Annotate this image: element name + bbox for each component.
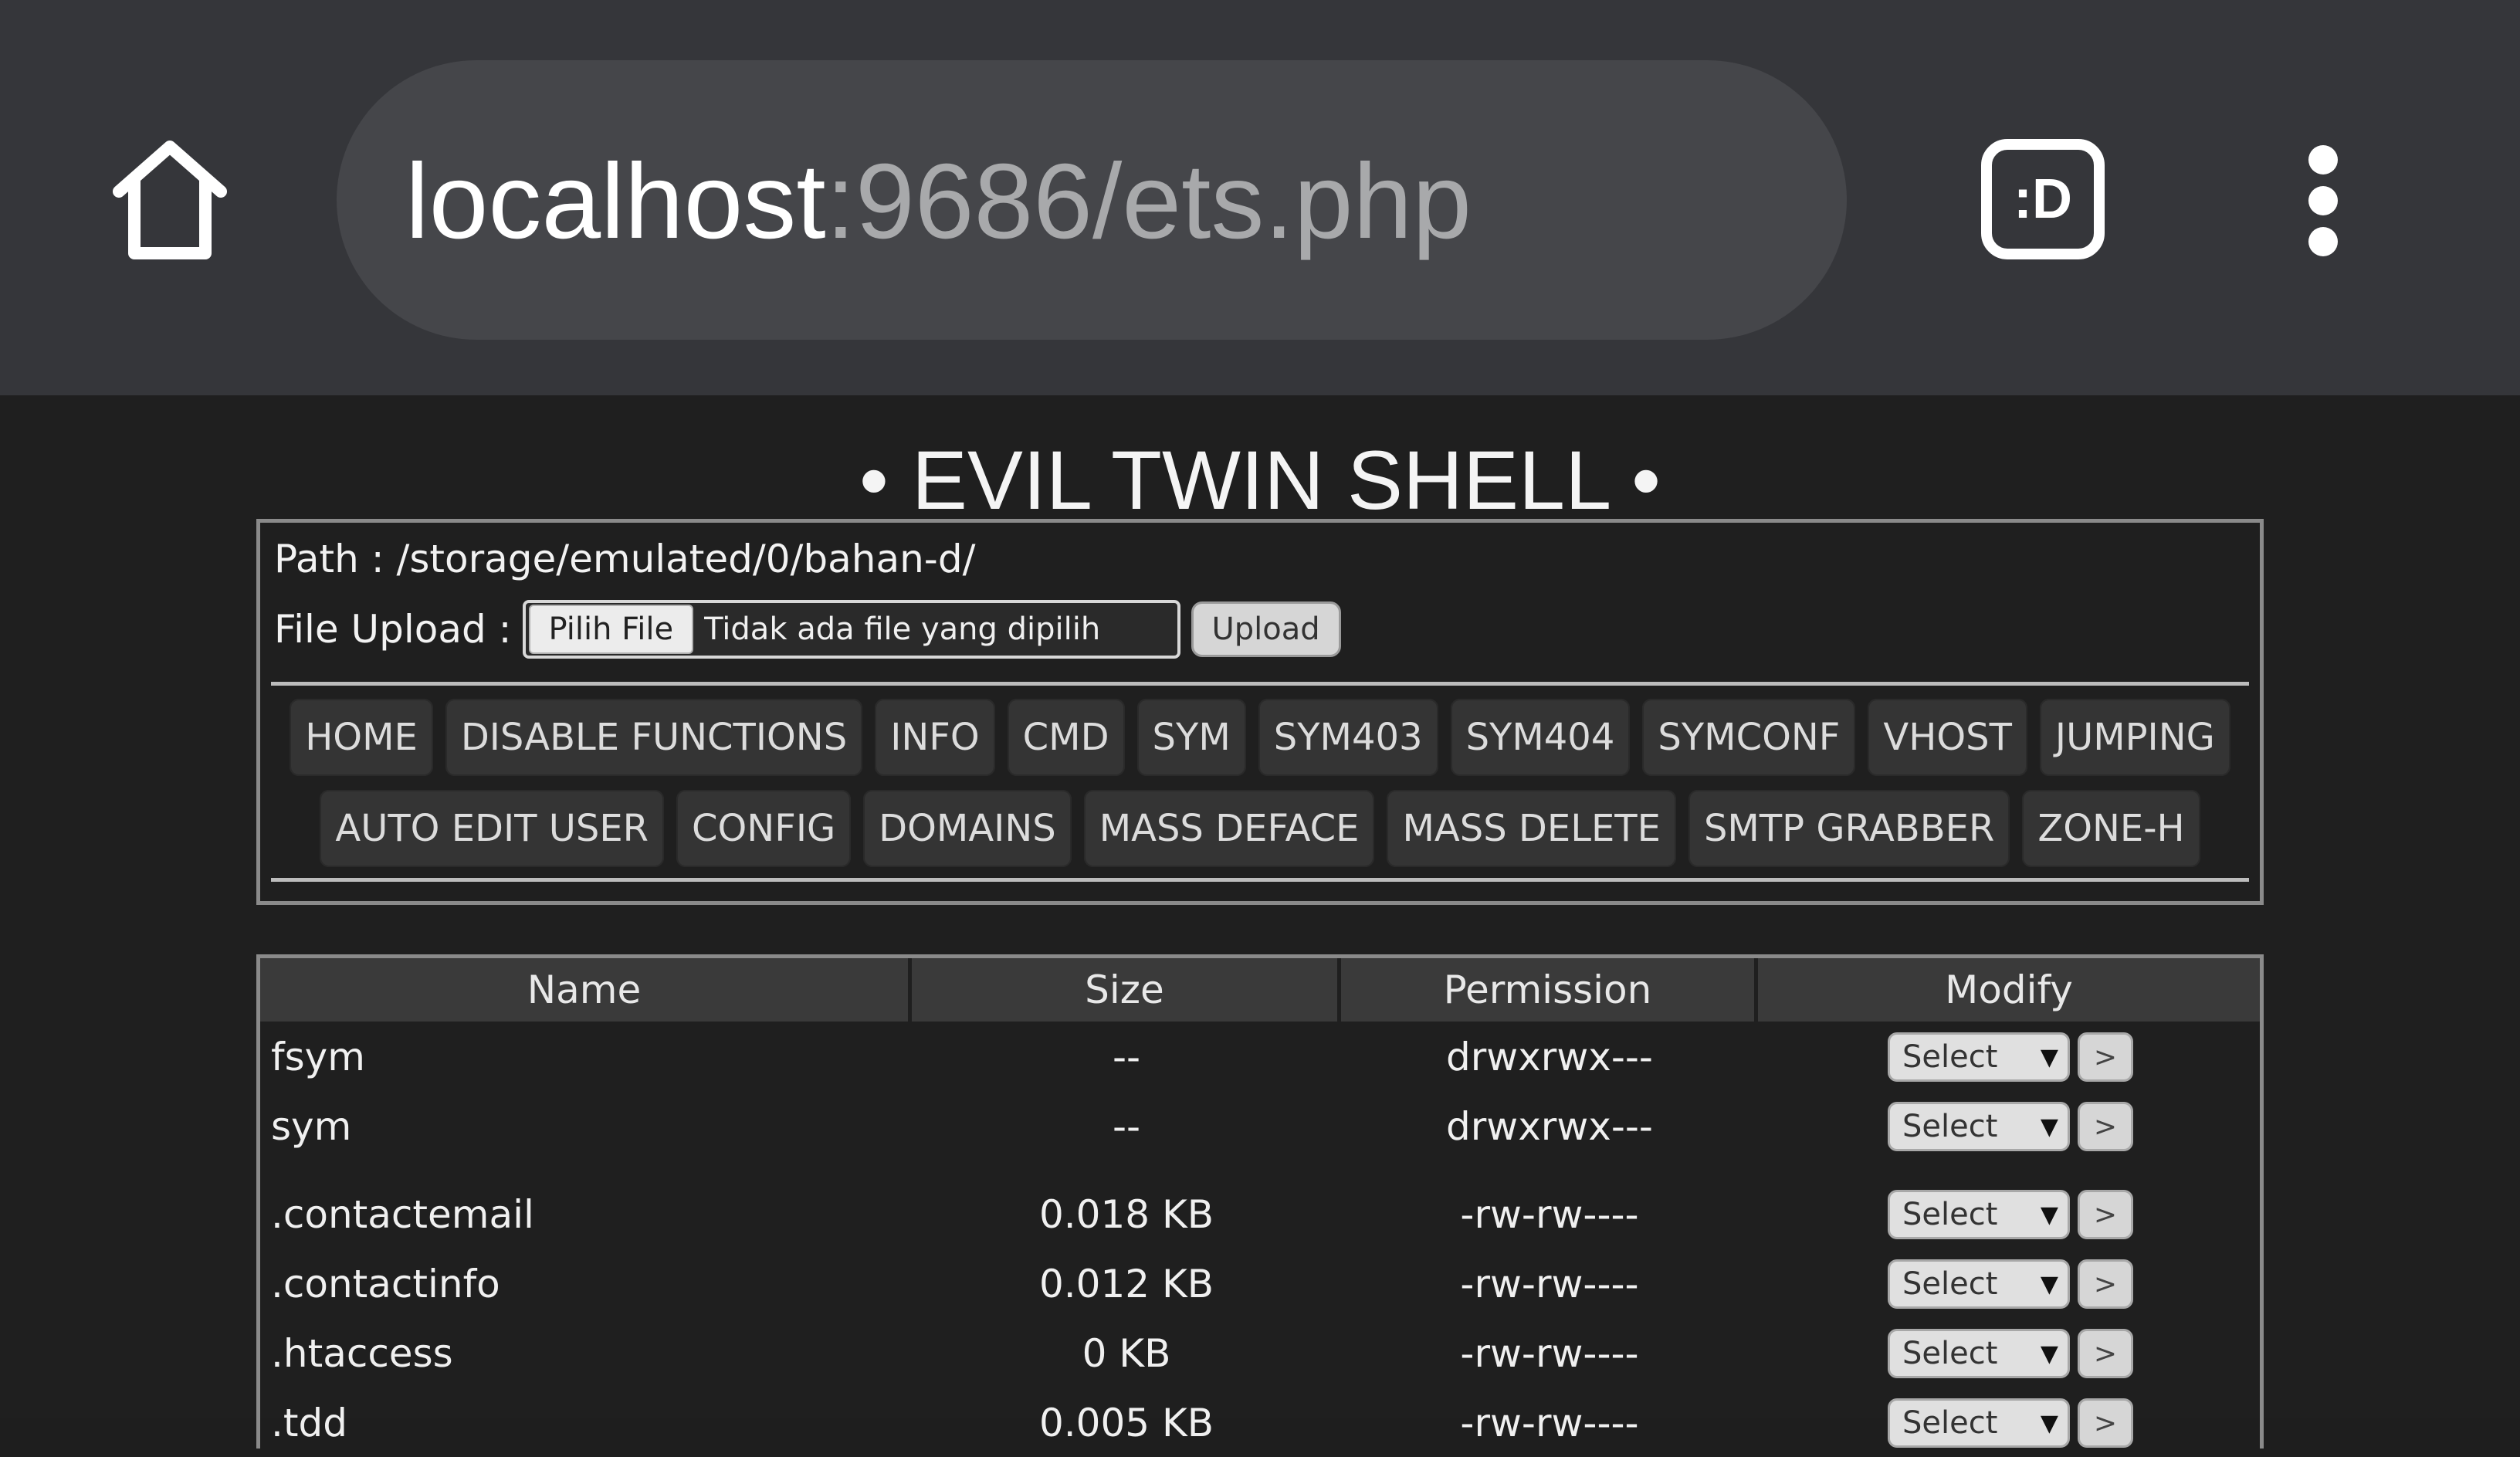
select-label: Select [1902,1109,1998,1144]
table-row: .tdd 0.005 KB -rw-rw---- Select ▼ > [260,1389,2260,1457]
url-path: :9686/ets.php [825,142,1472,261]
modify-controls: Select ▼ > [1888,1320,2133,1388]
nav-smtp-grabber-button[interactable]: SMTP GRABBER [1688,790,2010,867]
upload-row: File Upload : Pilih File Tidak ada file … [274,598,1341,660]
more-vert-icon[interactable] [2291,139,2353,263]
current-path: Path : /storage/emulated/0/bahan-d/ [274,537,976,581]
file-permission[interactable]: drwxrwx--- [1341,1023,1758,1091]
file-permission[interactable]: drwxrwx--- [1341,1093,1758,1161]
table-row: fsym -- drwxrwx--- Select ▼ > [260,1023,2260,1091]
go-button[interactable]: > [2078,1190,2133,1239]
page-title: • EVIL TWIN SHELL • [859,433,1661,527]
dropdown-arrow-icon: ▼ [2040,1044,2058,1071]
file-name[interactable]: .contactinfo [271,1250,500,1318]
control-panel: Path : /storage/emulated/0/bahan-d/ File… [256,519,2264,905]
action-select[interactable]: Select ▼ [1888,1032,2070,1082]
nav-home-button[interactable]: HOME [290,699,433,776]
nav-sym-button[interactable]: SYM [1136,699,1246,776]
go-button[interactable]: > [2078,1259,2133,1309]
divider [271,682,2249,686]
nav-config-button[interactable]: CONFIG [676,790,852,867]
dropdown-arrow-icon: ▼ [2040,1410,2058,1437]
file-size: 0 KB [1082,1331,1171,1376]
nav-cmd-button[interactable]: CMD [1007,699,1125,776]
file-permission[interactable]: -rw-rw---- [1341,1181,1758,1249]
go-button[interactable]: > [2078,1398,2133,1448]
nav-jumping-button[interactable]: JUMPING [2039,699,2230,776]
url-text[interactable]: localhost:9686/ets.php [405,136,1472,267]
file-size: 0.012 KB [1038,1262,1214,1306]
table-row: sym -- drwxrwx--- Select ▼ > [260,1093,2260,1161]
upload-label: File Upload : [274,607,512,652]
home-icon[interactable] [100,131,239,270]
nav-auto-edit-user-button[interactable]: AUTO EDIT USER [320,790,664,867]
action-select[interactable]: Select ▼ [1888,1329,2070,1378]
file-table: Name Size Permission Modify fsym -- drwx… [256,954,2264,1449]
file-name[interactable]: .htaccess [271,1320,453,1388]
nav-info-button[interactable]: INFO [875,699,995,776]
file-name[interactable]: .contactemail [271,1181,534,1249]
nav-sym403-button[interactable]: SYM403 [1258,699,1438,776]
dropdown-arrow-icon: ▼ [2040,1340,2058,1367]
column-header-modify: Modify [1945,967,2073,1012]
file-permission[interactable]: -rw-rw---- [1341,1320,1758,1388]
page-content: • EVIL TWIN SHELL • Path : /storage/emul… [0,395,2520,1449]
select-label: Select [1902,1197,1998,1232]
table-header: Name Size Permission Modify [260,958,2260,1022]
nav-symconf-button[interactable]: SYMCONF [1642,699,1856,776]
nav-vhost-button[interactable]: VHOST [1868,699,2027,776]
select-label: Select [1902,1336,1998,1371]
dropdown-arrow-icon: ▼ [2040,1201,2058,1228]
file-permission[interactable]: -rw-rw---- [1341,1250,1758,1318]
column-header-name: Name [260,958,912,1022]
tab-switcher-button[interactable]: :D [1981,139,2105,259]
file-size: 0.018 KB [1038,1192,1214,1237]
file-size: -- [1112,1035,1141,1079]
go-button[interactable]: > [2078,1032,2133,1082]
action-select[interactable]: Select ▼ [1888,1102,2070,1151]
nav-mass-deface-button[interactable]: MASS DEFACE [1083,790,1375,867]
nav-row-2: AUTO EDIT USER CONFIG DOMAINS MASS DEFAC… [271,790,2249,867]
column-header-permission: Permission [1341,958,1758,1022]
nav-zone-h-button[interactable]: ZONE-H [2022,790,2200,867]
file-size: 0.005 KB [1038,1401,1214,1445]
action-select[interactable]: Select ▼ [1888,1190,2070,1239]
table-row: .contactinfo 0.012 KB -rw-rw---- Select ▼… [260,1250,2260,1318]
select-label: Select [1902,1266,1998,1302]
modify-controls: Select ▼ > [1888,1023,2133,1091]
nav-mass-delete-button[interactable]: MASS DELETE [1387,790,1676,867]
browser-toolbar: localhost:9686/ets.php :D [0,0,2520,395]
modify-controls: Select ▼ > [1888,1389,2133,1457]
file-permission[interactable]: -rw-rw---- [1341,1389,1758,1457]
column-header-size: Size [912,958,1341,1022]
divider [271,878,2249,882]
file-name[interactable]: sym [271,1093,351,1161]
modify-controls: Select ▼ > [1888,1093,2133,1161]
modify-controls: Select ▼ > [1888,1181,2133,1249]
url-host: localhost [405,142,826,261]
table-row: .contactemail 0.018 KB -rw-rw---- Select… [260,1181,2260,1249]
action-select[interactable]: Select ▼ [1888,1398,2070,1448]
go-button[interactable]: > [2078,1329,2133,1378]
nav-sym404-button[interactable]: SYM404 [1450,699,1631,776]
file-name[interactable]: .tdd [271,1389,347,1457]
file-input[interactable]: Pilih File Tidak ada file yang dipilih [522,600,1180,659]
choose-file-button[interactable]: Pilih File [528,605,694,654]
action-select[interactable]: Select ▼ [1888,1259,2070,1309]
dropdown-arrow-icon: ▼ [2040,1271,2058,1298]
file-name[interactable]: fsym [271,1023,365,1091]
modify-controls: Select ▼ > [1888,1250,2133,1318]
select-label: Select [1902,1405,1998,1441]
nav-disable-functions-button[interactable]: DISABLE FUNCTIONS [445,699,863,776]
table-row: .htaccess 0 KB -rw-rw---- Select ▼ > [260,1320,2260,1388]
nav-domains-button[interactable]: DOMAINS [863,790,1072,867]
select-label: Select [1902,1039,1998,1075]
upload-button[interactable]: Upload [1191,601,1341,657]
file-size: -- [1112,1104,1141,1149]
nav-row-1: HOME DISABLE FUNCTIONS INFO CMD SYM SYM4… [271,699,2249,776]
file-status: Tidak ada file yang dipilih [704,612,1101,647]
go-button[interactable]: > [2078,1102,2133,1151]
dropdown-arrow-icon: ▼ [2040,1113,2058,1140]
